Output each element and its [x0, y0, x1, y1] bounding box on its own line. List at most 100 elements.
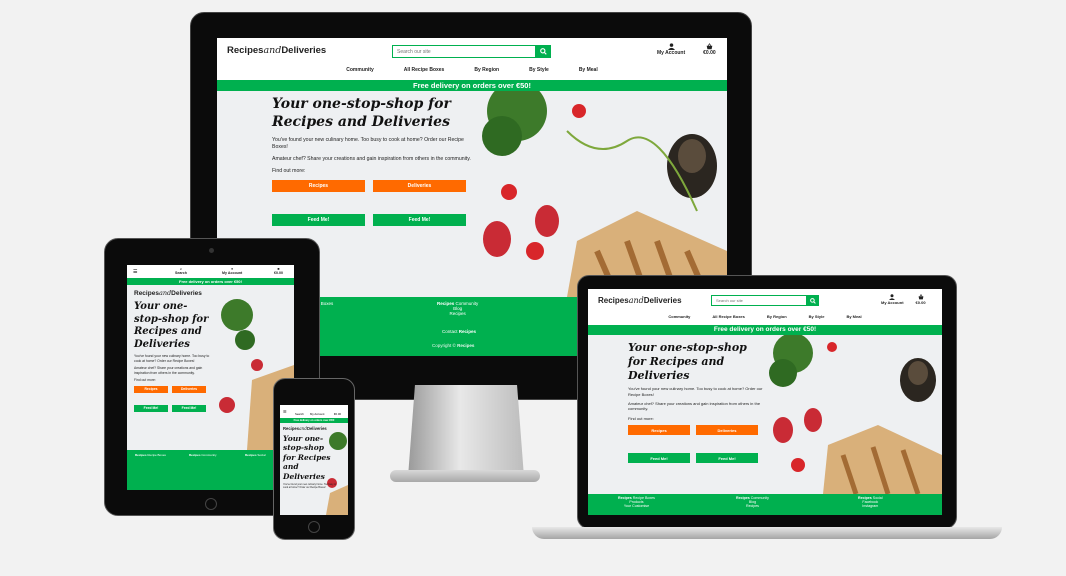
account-link[interactable]: My Account [657, 43, 685, 56]
laptop-search-button[interactable] [807, 295, 819, 306]
footer-copyright: Copyright © Recipes [432, 343, 475, 348]
laptop-footer-col-3: Recipes Social Facebook Instagram [858, 496, 883, 508]
nav-by-region[interactable]: By Region [767, 314, 787, 319]
nav-by-style[interactable]: By Style [529, 67, 549, 73]
phone-hero-content: RecipesandDeliveries Your one-stop-shop … [283, 426, 338, 489]
laptop-base [532, 527, 1002, 539]
hero-title: Your one-stop-shop for Recipes and Deliv… [272, 96, 451, 130]
tablet-footer-col-3: Recipes Social [245, 453, 266, 457]
laptop-deliveries-button[interactable]: Deliveries [696, 425, 758, 436]
tablet-footer-col-2: Recipes Community [189, 453, 217, 457]
tablet-search-link[interactable]: ⌕ Search [175, 267, 187, 275]
laptop-footer: Recipes Recipe Boxes Products Your Custo… [588, 494, 942, 515]
laptop-feed-buttons: Feed Me! Feed Me! [628, 453, 768, 464]
desktop-stand-base [390, 470, 540, 482]
menu-icon[interactable]: ☰ [283, 409, 287, 414]
search-button[interactable] [536, 45, 551, 58]
footer-link-customise[interactable]: Your Customise [624, 504, 649, 508]
tablet-feed-buttons: Feed Me! Feed Me! [134, 404, 214, 412]
laptop-footer-col-2: Recipes Community Blog Recipes [736, 496, 769, 508]
hero-paragraph-3: Find out more: [272, 168, 306, 175]
tablet-hero: RecipesandDeliveries Your one-stop-shop … [127, 285, 294, 450]
feed-me-button[interactable]: Feed Me! [272, 214, 365, 227]
desktop-stand-neck [408, 385, 524, 477]
laptop-header-icons: My Account €0.00 [881, 294, 926, 305]
hero-paragraph-2: Amateur chef? Share your creations and g… [272, 156, 471, 163]
header-icons: My Account €0.00 [657, 43, 716, 56]
hero-buttons: Recipes Deliveries [272, 180, 472, 193]
laptop-banner: Free delivery on orders over €50! [588, 325, 942, 335]
laptop-feed-button-2[interactable]: Feed Me! [696, 453, 758, 464]
phone-hero-title: Your one-stop-shop for Recipes and Deliv… [283, 434, 331, 481]
tablet-hero-title: Your one-stop-shop for Recipes and Deliv… [134, 301, 209, 350]
tablet-feed-button[interactable]: Feed Me! [134, 404, 168, 412]
nav-by-meal[interactable]: By Meal [846, 314, 861, 319]
search-input[interactable] [392, 45, 536, 58]
hero-paragraph-1: You've found your new culinary home. Too… [272, 137, 464, 151]
footer-col-2: Recipes Community Blog Recipes [437, 301, 479, 316]
search-bar [392, 45, 551, 58]
laptop-account-link[interactable]: My Account [881, 294, 904, 305]
laptop-search-bar [711, 295, 819, 306]
delivery-banner: Free delivery on orders over €50! [217, 80, 727, 91]
laptop-bag-link[interactable]: €0.00 [916, 294, 926, 305]
tablet-account-link[interactable]: ● My Account [222, 267, 242, 275]
nav-community[interactable]: Community [346, 67, 374, 73]
laptop-hero-p1: You've found your new culinary home. Too… [628, 386, 763, 397]
tablet-hero-p3: Find out more: [134, 378, 156, 383]
search-icon [540, 48, 547, 55]
phone-hero: RecipesandDeliveries Your one-stop-shop … [280, 423, 348, 515]
laptop-footer-col-1: Recipes Recipe Boxes Products Your Custo… [618, 496, 655, 508]
laptop-header: RecipesandDeliveries My Account €0.00 Co… [588, 289, 942, 323]
tablet-home-button [205, 498, 217, 510]
laptop-search-input[interactable] [711, 295, 807, 306]
laptop-hero-buttons: Recipes Deliveries [628, 425, 768, 436]
nav-by-meal[interactable]: By Meal [579, 67, 598, 73]
tablet-camera-icon [209, 248, 214, 253]
phone-header: ☰ Search My Account €0.00 [280, 405, 348, 418]
nav-by-region[interactable]: By Region [474, 67, 499, 73]
hero-feed-buttons: Feed Me! Feed Me! [272, 214, 472, 227]
phone-logo[interactable]: RecipesandDeliveries [283, 426, 338, 431]
shopping-bag-link[interactable]: €0.00 [703, 43, 716, 56]
tablet-hero-p2: Amateur chef? Share your creations and g… [134, 366, 203, 375]
tablet-bag-link[interactable]: ■ €0.00 [274, 267, 283, 275]
nav-community[interactable]: Community [668, 314, 690, 319]
nav-all-recipe-boxes[interactable]: All Recipe Boxes [404, 67, 445, 73]
phone-account-link[interactable]: My Account [310, 412, 324, 416]
site-logo[interactable]: RecipesandDeliveries [227, 45, 326, 56]
search-icon [810, 297, 816, 304]
phone-hero-p1: You've found your new culinary home. Too… [283, 482, 337, 490]
footer-link-instagram[interactable]: Instagram [862, 504, 878, 508]
laptop-main-nav: Community All Recipe Boxes By Region By … [588, 314, 942, 319]
tablet-deliveries-button[interactable]: Deliveries [172, 385, 206, 393]
phone-bag-link[interactable]: €0.00 [334, 412, 341, 416]
tablet-feed-button-2[interactable]: Feed Me! [172, 404, 206, 412]
laptop-logo[interactable]: RecipesandDeliveries [598, 296, 682, 305]
nav-by-style[interactable]: By Style [809, 314, 825, 319]
recipes-button[interactable]: Recipes [272, 180, 365, 193]
tablet-logo[interactable]: RecipesandDeliveries [134, 289, 214, 297]
tablet-recipes-button[interactable]: Recipes [134, 385, 168, 393]
site-header: RecipesandDeliveries My Account €0.00 Co… [217, 38, 727, 80]
laptop-feed-button[interactable]: Feed Me! [628, 453, 690, 464]
tablet-screen: ☰ ⌕ Search ● My Account ■ €0.00 Free delive… [127, 265, 294, 490]
phone-search-link[interactable]: Search [295, 412, 304, 416]
deliveries-button[interactable]: Deliveries [373, 180, 466, 193]
footer-link-recipes[interactable]: Recipes [450, 311, 466, 316]
footer-contact: Contact Recipes [442, 329, 477, 334]
laptop-hero-content: Your one-stop-shop for Recipes and Deliv… [628, 341, 768, 464]
nav-all-recipe-boxes[interactable]: All Recipe Boxes [712, 314, 744, 319]
menu-icon[interactable]: ☰ [133, 269, 137, 275]
hero-content: Your one-stop-shop for Recipes and Deliv… [272, 96, 472, 227]
tablet-banner: Free delivery on orders over €50! [127, 278, 294, 285]
feed-me-button-2[interactable]: Feed Me! [373, 214, 466, 227]
laptop-recipes-button[interactable]: Recipes [628, 425, 690, 436]
laptop-hero-p2: Amateur chef? Share your creations and g… [628, 401, 761, 412]
phone-screen: ☰ Search My Account €0.00 Free delivery … [280, 405, 348, 515]
shopping-basket-icon [706, 43, 713, 50]
footer-link-recipes[interactable]: Recipes [746, 504, 759, 508]
tablet-footer-col-1: Recipes Recipe Boxes [135, 453, 166, 457]
tablet-hero-content: RecipesandDeliveries Your one-stop-shop … [134, 289, 214, 412]
laptop-hero: Your one-stop-shop for Recipes and Deliv… [588, 335, 942, 494]
